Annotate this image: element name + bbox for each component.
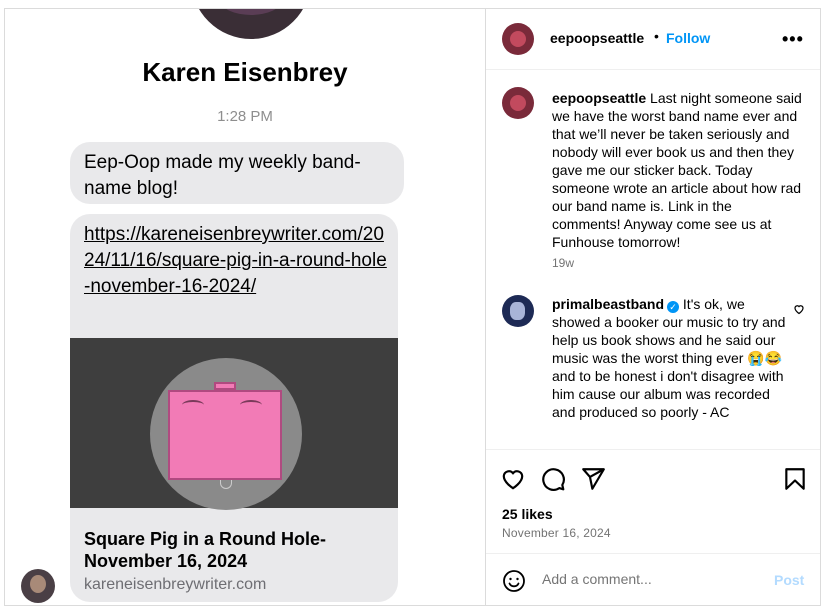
- screenshot-frame: Karen Eisenbrey 1:28 PM Eep-Oop made my …: [4, 8, 821, 606]
- share-icon[interactable]: [580, 466, 606, 492]
- post-actions: 25 likes November 16, 2024: [486, 449, 820, 554]
- heart-icon[interactable]: [500, 466, 526, 492]
- caption-avatar[interactable]: [502, 87, 534, 119]
- comment-input[interactable]: [542, 571, 742, 587]
- link-preview-image: [70, 338, 398, 510]
- comment-text: It's ok, we showed a booker our music to…: [552, 296, 786, 420]
- messages-pane: Karen Eisenbrey 1:28 PM Eep-Oop made my …: [5, 9, 485, 605]
- commenter-username[interactable]: primalbeastband: [552, 296, 664, 312]
- pig-ear-shape: [214, 382, 236, 390]
- caption-username[interactable]: eepoopseattle: [552, 90, 646, 106]
- post-date: November 16, 2024: [502, 526, 611, 540]
- header-separator: •: [654, 28, 659, 44]
- post-caption: eepoopseattle Last night someone said we…: [552, 89, 804, 251]
- author-avatar[interactable]: [502, 23, 534, 55]
- bookmark-icon[interactable]: [782, 466, 808, 492]
- pig-eye-right: [240, 400, 262, 410]
- caption-timestamp[interactable]: 19w: [552, 256, 574, 270]
- contact-avatar[interactable]: [191, 9, 311, 39]
- contact-name: Karen Eisenbrey: [142, 57, 348, 87]
- link-title: Square Pig in a Round Hole- November 16,…: [84, 529, 327, 571]
- message-timestamp: 1:28 PM: [217, 108, 273, 125]
- commenter-avatar[interactable]: [502, 295, 534, 327]
- like-count[interactable]: 25 likes: [502, 506, 553, 522]
- add-comment-bar: Post: [486, 553, 820, 605]
- follow-button[interactable]: Follow: [666, 30, 710, 46]
- comment-like-icon[interactable]: [793, 303, 805, 315]
- post-comment-button[interactable]: Post: [774, 572, 804, 588]
- post-header: eepoopseattle • Follow •••: [486, 9, 820, 70]
- instagram-post-panel: eepoopseattle • Follow ••• eepoopseattle…: [485, 9, 820, 605]
- pig-eye-left: [182, 400, 204, 410]
- message-bubble: Eep-Oop made my weekly band-name blog!: [70, 142, 404, 204]
- more-icon[interactable]: •••: [782, 29, 804, 50]
- author-username[interactable]: eepoopseattle: [550, 30, 644, 46]
- verified-icon: ✓: [667, 301, 680, 313]
- link-domain: kareneisenbreywriter.com: [84, 576, 267, 593]
- sender-avatar[interactable]: [21, 569, 55, 603]
- comment: primalbeastband ✓ It's ok, we showed a bo…: [552, 295, 788, 421]
- link-preview-card[interactable]: https://kareneisenbreywriter.com/2024/11…: [70, 214, 398, 602]
- emoji-icon[interactable]: [502, 569, 526, 593]
- link-url[interactable]: https://kareneisenbreywriter.com/2024/11…: [84, 222, 390, 300]
- comment-icon[interactable]: [540, 466, 566, 492]
- caption-text: Last night someone said we have the wors…: [552, 90, 802, 250]
